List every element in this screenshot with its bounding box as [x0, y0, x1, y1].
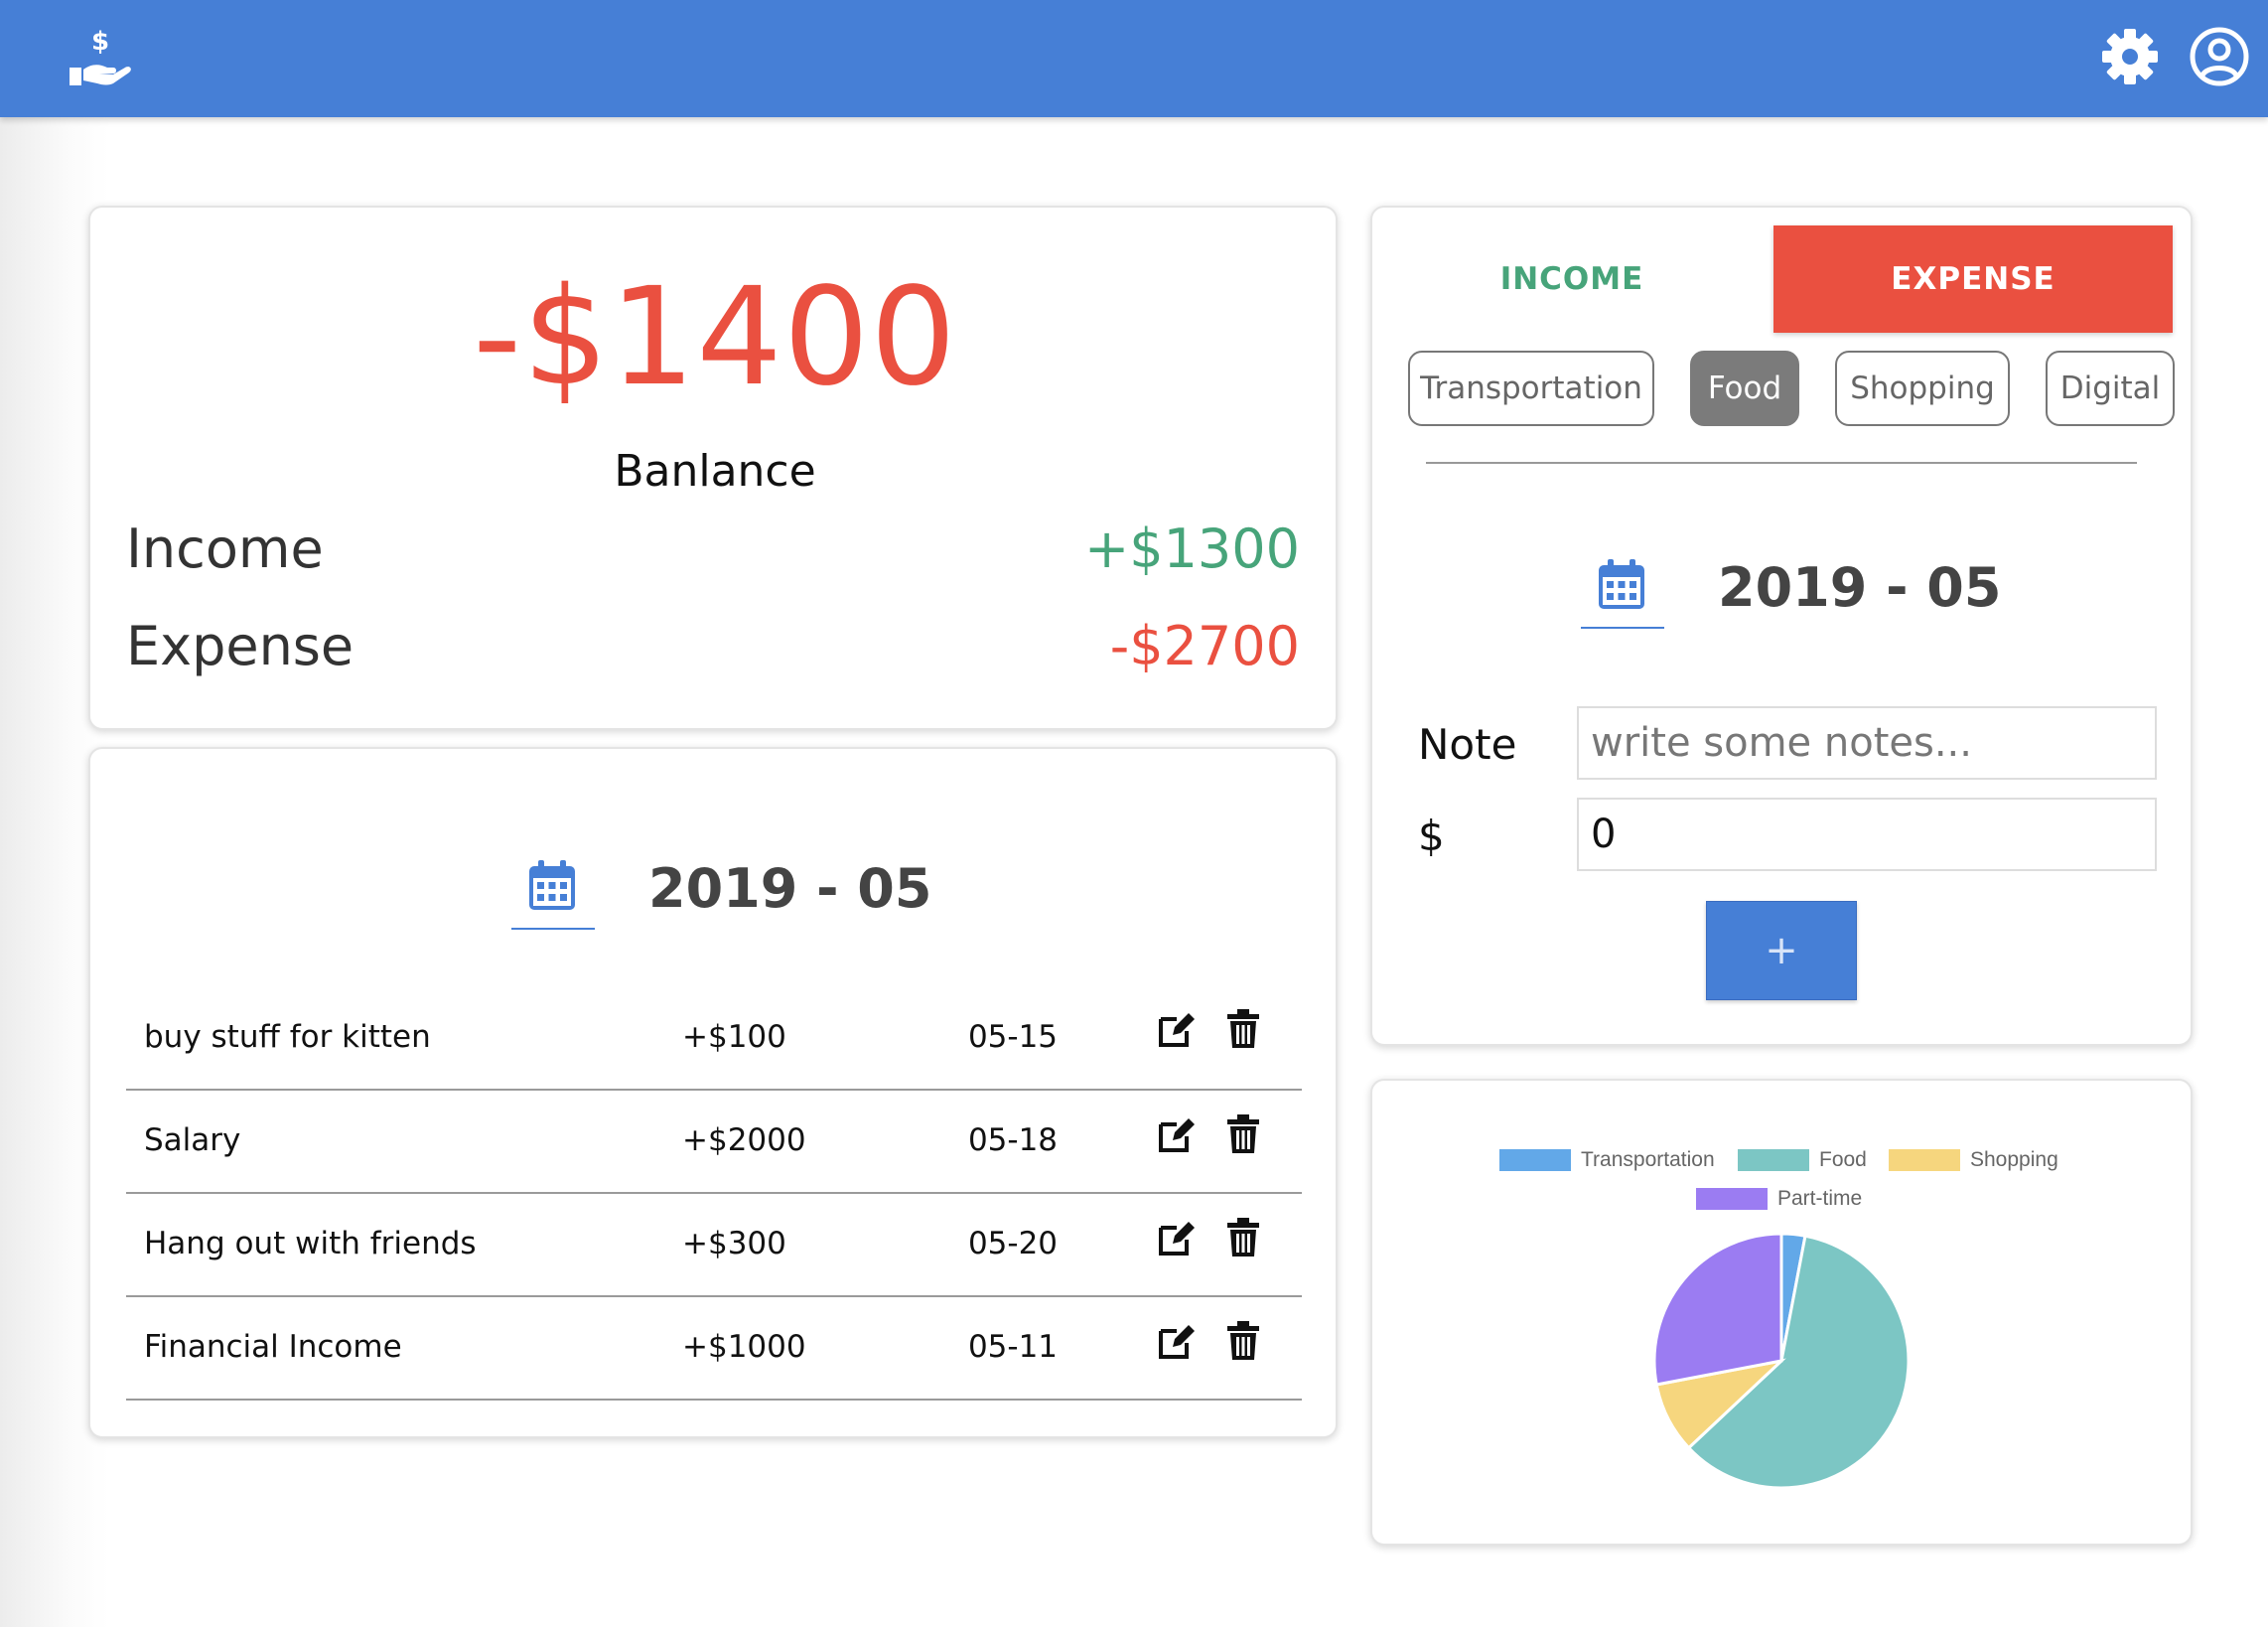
- row-amount: +$2000: [682, 1122, 806, 1158]
- category-chip-shopping[interactable]: Shopping: [1835, 351, 2010, 426]
- svg-text:$: $: [91, 27, 109, 57]
- row-note: buy stuff for kitten: [144, 1019, 431, 1055]
- row-date: 05-11: [967, 1329, 1059, 1365]
- divider: [1426, 462, 2137, 464]
- edit-icon[interactable]: [1157, 1114, 1197, 1154]
- table-row: Hang out with friends +$300 05-20: [126, 1194, 1302, 1297]
- table-row: Financial Income +$1000 05-11: [126, 1297, 1302, 1401]
- pie-chart: [1652, 1232, 1911, 1490]
- edit-icon[interactable]: [1157, 1218, 1197, 1257]
- row-date: 05-15: [967, 1019, 1059, 1055]
- table-row: Salary +$2000 05-18: [126, 1091, 1302, 1194]
- income-total: +$1300: [1083, 518, 1300, 580]
- transaction-list-card: 2019 - 05 buy stuff for kitten +$100 05-…: [88, 747, 1338, 1438]
- gear-icon[interactable]: [2101, 28, 2159, 85]
- table-row: buy stuff for kitten +$100 05-15: [126, 987, 1302, 1091]
- month-picker: 2019 - 05: [511, 856, 932, 930]
- row-note: Financial Income: [144, 1329, 402, 1365]
- row-amount: +$1000: [682, 1329, 806, 1365]
- row-date: 05-20: [967, 1226, 1059, 1261]
- edit-icon[interactable]: [1157, 1321, 1197, 1361]
- hand-dollar-icon[interactable]: $: [68, 24, 133, 89]
- tab-expense[interactable]: EXPENSE: [1773, 225, 2173, 333]
- row-amount: +$300: [682, 1226, 786, 1261]
- top-bar: $: [0, 0, 2268, 117]
- income-label: Income: [126, 518, 324, 580]
- row-note: Salary: [144, 1122, 241, 1158]
- balance-card: -$1400 Banlance Income +$1300 Expense -$…: [88, 206, 1338, 730]
- trash-icon[interactable]: [1226, 1114, 1260, 1154]
- entry-month-picker: 2019 - 05: [1581, 555, 2002, 629]
- balance-label: Banlance: [614, 446, 816, 497]
- entry-selected-month: 2019 - 05: [1718, 555, 2002, 619]
- entry-form-card: INCOME EXPENSE Transportation Food Shopp…: [1370, 206, 2193, 1046]
- edit-icon[interactable]: [1157, 1009, 1197, 1049]
- tab-income[interactable]: INCOME: [1372, 225, 1772, 333]
- balance-amount: -$1400: [473, 259, 957, 416]
- amount-label: $: [1418, 812, 1445, 860]
- calendar-button[interactable]: [511, 858, 595, 930]
- row-date: 05-18: [967, 1122, 1059, 1158]
- expense-label: Expense: [126, 615, 354, 677]
- calendar-button[interactable]: [1581, 557, 1664, 629]
- category-chip-transportation[interactable]: Transportation: [1408, 351, 1654, 426]
- transaction-table: buy stuff for kitten +$100 05-15 Salary …: [126, 987, 1302, 1401]
- note-input[interactable]: [1577, 706, 2157, 780]
- expense-total: -$2700: [1109, 615, 1300, 677]
- amount-input[interactable]: [1577, 798, 2157, 871]
- row-amount: +$100: [682, 1019, 786, 1055]
- calendar-icon: [529, 860, 575, 910]
- category-chart-card: Transportation Food Shopping Part-time: [1370, 1079, 2193, 1546]
- category-chip-digital[interactable]: Digital: [2046, 351, 2175, 426]
- user-circle-icon[interactable]: [2189, 26, 2250, 87]
- add-button[interactable]: +: [1706, 901, 1857, 1000]
- note-label: Note: [1418, 720, 1517, 769]
- pie-slice-part-time[interactable]: [1652, 1232, 1783, 1387]
- selected-month: 2019 - 05: [648, 856, 932, 920]
- calendar-icon: [1599, 559, 1644, 609]
- trash-icon[interactable]: [1226, 1321, 1260, 1361]
- trash-icon[interactable]: [1226, 1218, 1260, 1257]
- category-chip-food[interactable]: Food: [1690, 351, 1799, 426]
- trash-icon[interactable]: [1226, 1009, 1260, 1049]
- row-note: Hang out with friends: [144, 1226, 477, 1261]
